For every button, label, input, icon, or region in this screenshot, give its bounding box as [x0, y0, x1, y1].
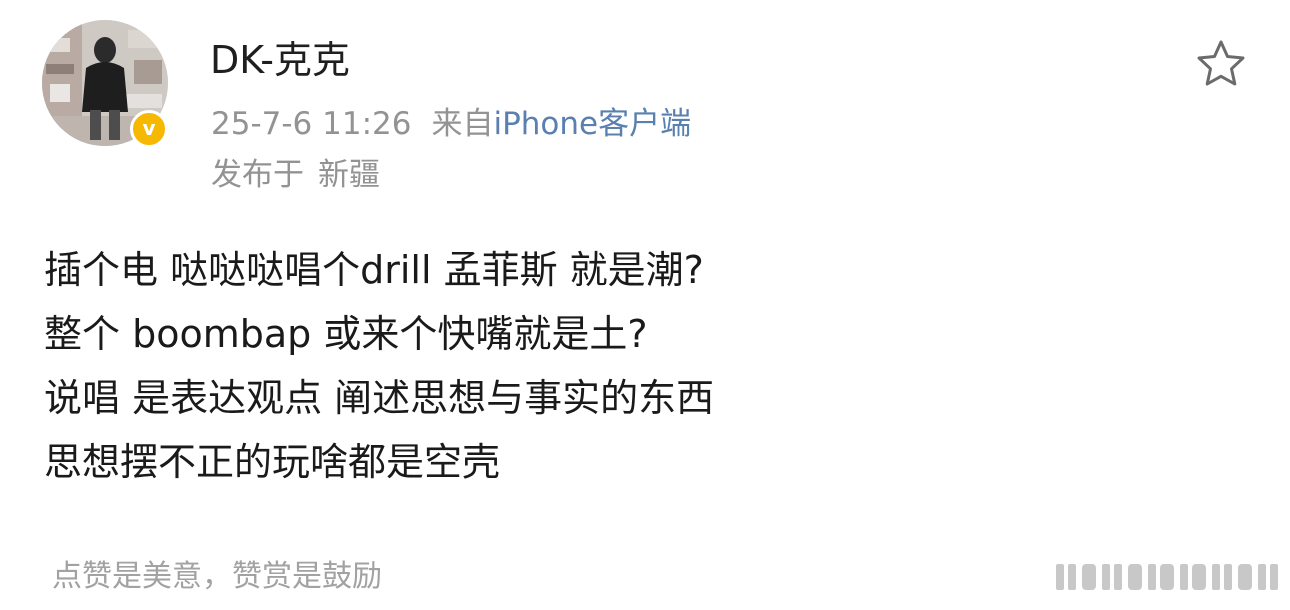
source-prefix: 来自 [431, 106, 494, 142]
post-line: 插个电 哒哒哒唱个drill 孟菲斯 就是潮? [44, 248, 704, 292]
verified-badge-icon: v [130, 110, 168, 148]
post-body: 插个电 哒哒哒唱个drill 孟菲斯 就是潮? 整个 boombap 或来个快嘴… [44, 238, 714, 494]
reward-hint: 点赞是美意，赞赏是鼓励 [52, 559, 382, 594]
star-outline-icon[interactable] [1195, 38, 1247, 90]
post-line: 说唱 是表达观点 阐述思想与事实的东西 [44, 376, 715, 420]
post-timestamp: 25-7-6 11:26 [211, 106, 412, 142]
post-line: 思想摆不正的玩啥都是空壳 [44, 440, 501, 484]
location-name: 新疆 [318, 157, 380, 193]
post-line: 整个 boombap 或来个快嘴就是土? [44, 312, 648, 356]
watermark-barcode-icon [1056, 564, 1278, 590]
location-prefix: 发布于 [211, 157, 304, 193]
author-name[interactable]: DK-克克 [210, 36, 350, 84]
post-location: 发布于 新疆 [211, 155, 380, 195]
source-link[interactable]: iPhone客户端 [493, 106, 691, 142]
post-meta: 25-7-6 11:26 来自iPhone客户端 [211, 104, 691, 144]
